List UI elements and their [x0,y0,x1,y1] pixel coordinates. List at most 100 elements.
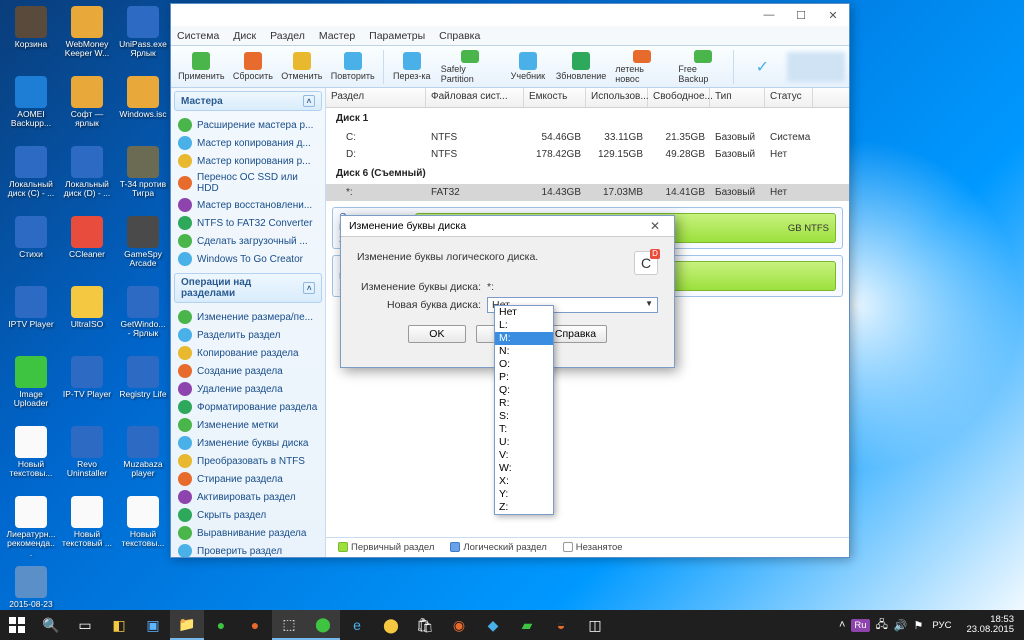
sidebar-item[interactable]: Изменение буквы диска [175,434,321,452]
menu-item[interactable]: Мастер [319,30,355,42]
column-header[interactable]: Файловая сист... [426,88,524,107]
table-row[interactable]: *:FAT3214.43GB17.03MB14.41GBБазовыйНет [326,184,849,201]
desktop-icon[interactable]: Локальный диск (D) - ... [60,144,114,212]
desktop-icon[interactable]: IP-TV Player [60,354,114,422]
sidebar-item[interactable]: Windows To Go Creator [175,250,321,268]
clock[interactable]: 18:53 23.08.2015 [960,615,1020,636]
menu-item[interactable]: Система [177,30,219,42]
column-header[interactable]: Использов... [586,88,648,107]
tray-chevron-icon[interactable]: ˄ [839,619,845,631]
column-header[interactable]: Емкость [524,88,586,107]
chevron-up-icon[interactable]: ˄ [303,95,315,107]
toolbar-button[interactable]: Збновление [553,48,609,86]
taskbar-app[interactable]: ◫ [578,610,612,640]
sidebar-item[interactable]: Создание раздела [175,362,321,380]
toolbar-button[interactable]: Сбросить [230,48,276,86]
taskbar-app[interactable]: ⬤ [306,610,340,640]
dropdown-option[interactable]: X: [495,475,553,488]
toolbar-button[interactable]: летень новос [611,48,672,86]
toolbar-button[interactable]: Перез-ка [389,48,435,86]
edge-icon[interactable]: e [340,610,374,640]
maximize-button[interactable]: ☐ [785,4,817,26]
panel-ops-header[interactable]: Операции над разделами ˄ [174,273,322,303]
search-icon[interactable]: 🔍 [34,610,68,640]
dropdown-option[interactable]: R: [495,397,553,410]
sidebar-item[interactable]: Мастер копирования р... [175,152,321,170]
dropdown-option[interactable]: N: [495,345,553,358]
sidebar-item[interactable]: Изменение метки [175,416,321,434]
desktop-icon[interactable]: Windows.isc [116,74,170,142]
desktop-icon[interactable]: Registry Life [116,354,170,422]
start-button[interactable] [0,610,34,640]
taskbar-app[interactable]: ⬚ [272,610,306,640]
ok-button[interactable]: OK [408,325,466,343]
desktop-icon[interactable]: IPTV Player [4,284,58,352]
menu-item[interactable]: Раздел [270,30,305,42]
store-icon[interactable]: 🛍 [408,610,442,640]
toolbar-button[interactable]: Free Backup [674,48,731,86]
taskbar-app[interactable]: ⬤ [374,610,408,640]
tray-icon[interactable]: ⚑ [914,619,924,632]
toolbar-button[interactable]: Учебник [505,48,551,86]
sidebar-item[interactable]: Разделить раздел [175,326,321,344]
dropdown-option[interactable]: Z: [495,501,553,514]
close-button[interactable]: ✕ [817,4,849,26]
column-header[interactable]: Свободное... [648,88,710,107]
desktop-icon[interactable]: Софт — ярлык [60,74,114,142]
network-icon[interactable]: 🖧 [876,616,888,635]
dropdown-option[interactable]: P: [495,371,553,384]
sidebar-item[interactable]: Мастер восстановлени... [175,196,321,214]
desktop-icon[interactable]: WebMoney Keeper W... [60,4,114,72]
menu-item[interactable]: Справка [439,30,480,42]
minimize-button[interactable]: — [753,4,785,26]
taskbar-app[interactable]: ◆ [476,610,510,640]
sidebar-item[interactable]: Перенос ОС SSD или HDD [175,170,321,196]
taskbar-app[interactable]: 📁 [170,610,204,640]
desktop-icon[interactable]: CCleaner [60,214,114,282]
taskbar-app[interactable]: ◒ [544,610,578,640]
table-row[interactable]: C:NTFS54.46GB33.11GB21.35GBБазовыйСистем… [326,129,849,146]
column-header[interactable]: Статус [765,88,813,107]
keyboard-lang[interactable]: РУС [929,620,954,631]
dropdown-option[interactable]: O: [495,358,553,371]
sidebar-item[interactable]: Преобразовать в NTFS [175,452,321,470]
panel-wizards-header[interactable]: Мастера ˄ [174,91,322,111]
sidebar-item[interactable]: Стирание раздела [175,470,321,488]
desktop-icon[interactable]: Image Uploader [4,354,58,422]
sidebar-item[interactable]: Выравнивание раздела [175,524,321,542]
sidebar-item[interactable]: Изменение размера/пе... [175,308,321,326]
dropdown-option[interactable]: S: [495,410,553,423]
volume-icon[interactable]: 🔊 [894,619,908,632]
dropdown-option[interactable]: T: [495,423,553,436]
column-header[interactable]: Раздел [326,88,426,107]
dialog-close-button[interactable]: ✕ [644,219,666,233]
toolbar-button[interactable]: Отменить [278,48,326,86]
desktop-icon[interactable]: Muzabaza player [116,424,170,492]
table-row[interactable]: D:NTFS178.42GB129.15GB49.28GBБазовыйНет [326,146,849,163]
taskbar-app[interactable]: ● [204,610,238,640]
chevron-up-icon[interactable]: ˄ [303,282,315,294]
sidebar-item[interactable]: Активировать раздел [175,488,321,506]
taskbar-app[interactable]: ▰ [510,610,544,640]
desktop-icon[interactable]: Корзина [4,4,58,72]
sidebar-item[interactable]: NTFS to FAT32 Converter [175,214,321,232]
sidebar-item[interactable]: Скрыть раздел [175,506,321,524]
taskbar-app[interactable]: ● [238,610,272,640]
sidebar-item[interactable]: Форматирование раздела [175,398,321,416]
desktop-icon[interactable]: UniPass.exe Ярлык [116,4,170,72]
sidebar-item[interactable]: Расширение мастера р... [175,116,321,134]
task-view-icon[interactable]: ▭ [68,610,102,640]
desktop-icon[interactable]: GetWindo... - Ярлык [116,284,170,352]
column-header[interactable]: Тип [710,88,765,107]
toolbar-check-icon[interactable]: ✓ [739,48,785,86]
desktop-icon[interactable]: Лиературн... рекоменда... [4,494,58,562]
desktop-icon[interactable]: AOMEI Backupp... [4,74,58,142]
sidebar-item[interactable]: Удаление раздела [175,380,321,398]
dropdown-option[interactable]: Нет [495,306,553,319]
desktop-icon[interactable]: Стихи [4,214,58,282]
dropdown-option[interactable]: W: [495,462,553,475]
desktop-icon[interactable]: Новый текстовы... [116,494,170,562]
dropdown-option[interactable]: V: [495,449,553,462]
taskbar-app[interactable]: ◧ [102,610,136,640]
desktop-icon[interactable]: Новый текстовы... [4,424,58,492]
